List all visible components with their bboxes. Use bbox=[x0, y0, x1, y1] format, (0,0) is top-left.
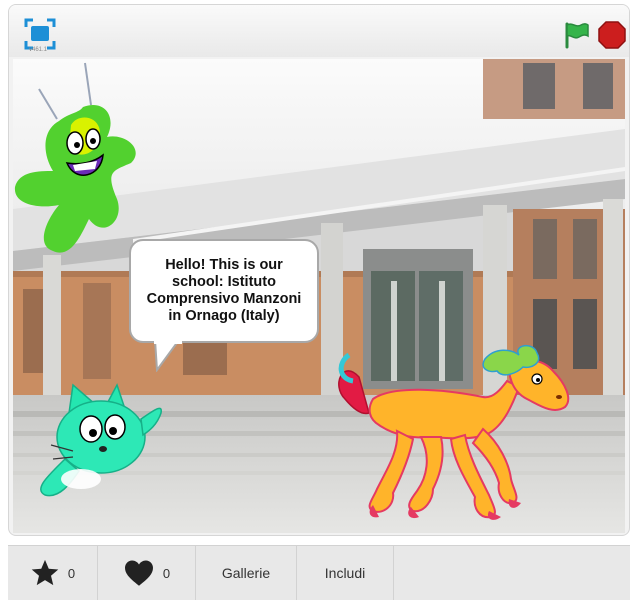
version-label: v461.1 bbox=[29, 47, 48, 53]
galleries-button[interactable]: Gallerie bbox=[196, 546, 297, 600]
embed-label: Includi bbox=[324, 565, 366, 581]
stage-backdrop bbox=[13, 59, 625, 533]
stop-icon bbox=[598, 21, 626, 49]
project-stage[interactable]: Hello! This is our school: Istituto Comp… bbox=[13, 59, 625, 533]
fullscreen-button[interactable] bbox=[23, 17, 57, 51]
favorite-count: 0 bbox=[67, 565, 76, 581]
speech-bubble: Hello! This is our school: Istituto Comp… bbox=[129, 239, 319, 343]
project-actions-bar: 0 0 Gallerie Includi bbox=[8, 545, 630, 600]
fullscreen-icon bbox=[24, 18, 56, 50]
galleries-label: Gallerie bbox=[221, 565, 271, 581]
star-icon bbox=[31, 559, 59, 586]
project-player: v461.1 Hello! This is our school: Istitu… bbox=[8, 4, 630, 536]
love-button[interactable]: 0 bbox=[98, 546, 196, 600]
stop-button[interactable] bbox=[597, 20, 627, 50]
favorite-button[interactable]: 0 bbox=[8, 546, 98, 600]
player-controls: v461.1 bbox=[9, 5, 629, 57]
embed-button[interactable]: Includi bbox=[297, 546, 394, 600]
green-flag-icon bbox=[565, 22, 589, 49]
heart-icon bbox=[124, 560, 153, 586]
love-count: 0 bbox=[162, 565, 171, 581]
green-flag-button[interactable] bbox=[561, 21, 591, 49]
speech-bubble-tail bbox=[153, 340, 182, 372]
